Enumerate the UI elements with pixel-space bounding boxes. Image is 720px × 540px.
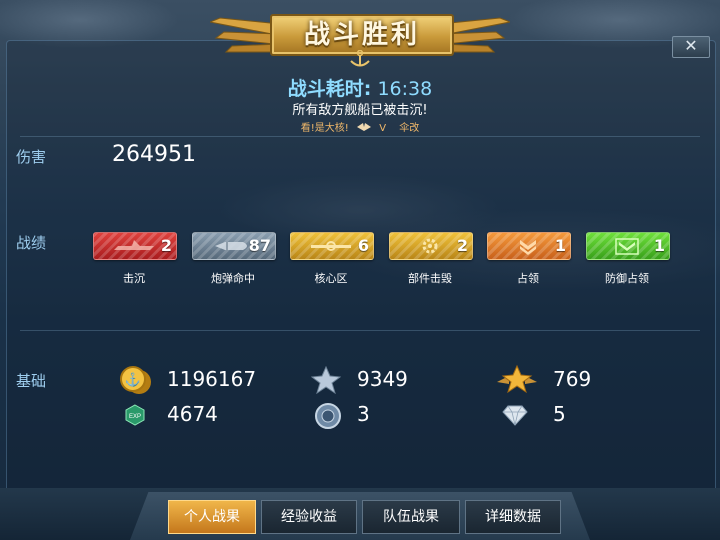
exp-hexagon-icon: EXP bbox=[125, 404, 145, 426]
silver-star-value: 9349 bbox=[357, 367, 408, 391]
globe-medal-value: 3 bbox=[357, 402, 370, 426]
sub-info: 看!是大核! V 伞改 bbox=[0, 119, 720, 134]
diamond-icon bbox=[502, 405, 528, 426]
victory-banner: 战斗胜利 bbox=[210, 6, 510, 68]
defend-chevron-icon bbox=[615, 238, 639, 255]
damage-value: 264951 bbox=[112, 142, 196, 167]
battle-duration: 战斗耗时: 16:38 bbox=[0, 74, 720, 101]
aircraft-sink-icon bbox=[114, 240, 154, 250]
badge-defend-capture: 1 bbox=[586, 232, 670, 260]
badge-label: 炮弹命中 bbox=[211, 272, 255, 285]
base-label: 基础 bbox=[16, 372, 47, 390]
svg-text:⚓: ⚓ bbox=[125, 372, 141, 387]
duration-label: 战斗耗时: bbox=[287, 78, 372, 100]
badge-count: 6 bbox=[357, 236, 369, 255]
part-destroy-icon bbox=[422, 238, 438, 254]
exp-value: 4674 bbox=[167, 402, 218, 426]
badge-count: 2 bbox=[160, 236, 172, 255]
capture-chevron-icon bbox=[520, 240, 536, 255]
damage-label: 伤害 bbox=[16, 148, 47, 166]
tab-exp-rewards[interactable]: 经验收益 bbox=[261, 500, 357, 534]
sub-info-item: 伞改 bbox=[399, 123, 420, 134]
core-zone-icon bbox=[311, 241, 351, 251]
wings-icon bbox=[357, 123, 371, 131]
victory-message: 所有敌方舰船已被击沉! bbox=[292, 103, 428, 118]
gold-coin-icon: ⚓ bbox=[120, 366, 151, 394]
gold-value: 1196167 bbox=[167, 367, 257, 391]
globe-medal-icon bbox=[315, 403, 341, 429]
anchor-icon bbox=[350, 50, 370, 67]
silver-star-icon bbox=[311, 366, 341, 394]
badge-count: 87 bbox=[248, 236, 271, 255]
badge-count: 1 bbox=[653, 236, 665, 255]
badge-label: 击沉 bbox=[123, 272, 145, 285]
tab-detailed-data[interactable]: 详细数据 bbox=[465, 500, 561, 534]
record-label: 战绩 bbox=[16, 234, 47, 252]
tab-team-results[interactable]: 队伍战果 bbox=[362, 500, 460, 534]
badge-label: 部件击毁 bbox=[408, 272, 452, 285]
divider bbox=[20, 330, 700, 331]
badge-part-destroy: 2 bbox=[389, 232, 473, 260]
badge-core-zone: 6 bbox=[290, 232, 374, 260]
divider bbox=[20, 136, 700, 137]
badge-label: 防御占领 bbox=[605, 272, 649, 285]
badge-label: 核心区 bbox=[314, 272, 348, 285]
duration-value: 16:38 bbox=[377, 78, 433, 100]
gold-star-wings-icon bbox=[497, 364, 537, 394]
close-button[interactable]: ✕ bbox=[672, 36, 710, 58]
svg-text:EXP: EXP bbox=[129, 414, 141, 420]
page-title: 战斗胜利 bbox=[303, 20, 420, 50]
badge-count: 2 bbox=[456, 236, 468, 255]
sub-info-item: 看!是大核! bbox=[300, 123, 349, 134]
badge-count: 1 bbox=[554, 236, 566, 255]
tab-personal-results[interactable]: 个人战果 bbox=[168, 500, 256, 534]
badge-sink: 2 bbox=[93, 232, 177, 260]
badge-label: 占领 bbox=[517, 272, 539, 285]
diamond-value: 5 bbox=[553, 402, 566, 426]
sub-info-item: V bbox=[379, 123, 387, 134]
badge-capture: 1 bbox=[487, 232, 571, 260]
gold-star-value: 769 bbox=[553, 367, 592, 391]
badge-shell-hit: 87 bbox=[192, 232, 276, 260]
